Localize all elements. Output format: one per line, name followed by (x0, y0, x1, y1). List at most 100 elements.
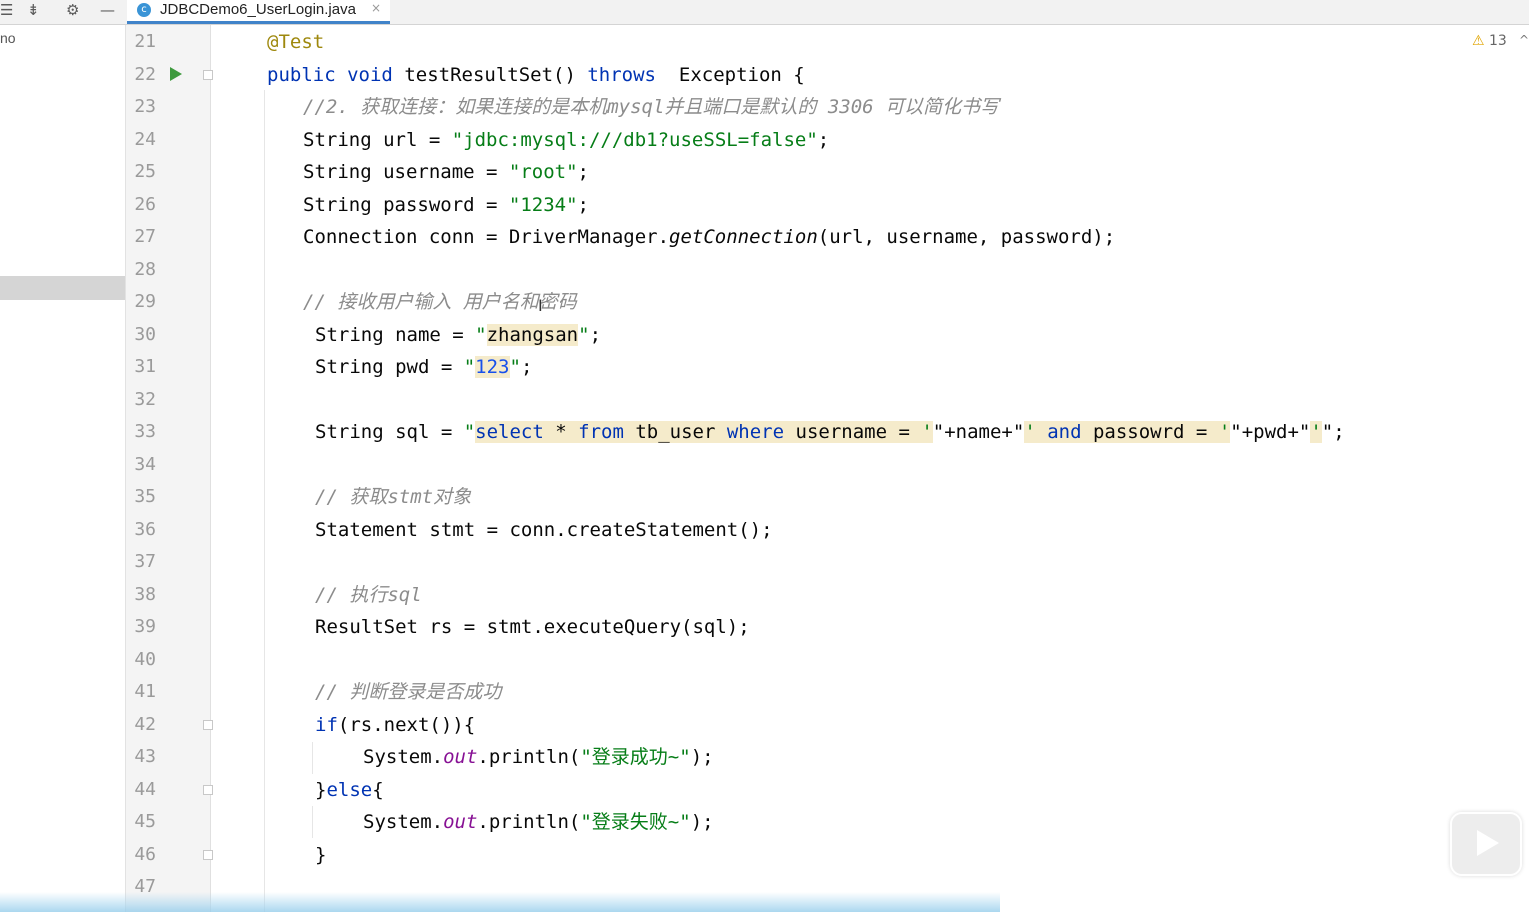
code-line-33[interactable]: String sql = "select * from tb_user wher… (315, 416, 1345, 448)
code-text: String username = (303, 161, 509, 183)
code-line-25[interactable]: String username = "root"; (303, 156, 589, 188)
decorative-wave (0, 892, 1000, 912)
line-number: 36 (134, 519, 156, 540)
code-text: Exception { (656, 64, 805, 86)
sql-text: tb_user (623, 421, 727, 443)
line-number: 41 (134, 681, 156, 702)
line-number: 25 (134, 161, 156, 182)
code-text: ; (520, 356, 533, 378)
code-line-22[interactable]: public void testResultSet() throws Excep… (267, 59, 805, 91)
code-line-43[interactable]: System.out.println("登录成功~"); (363, 741, 714, 773)
code-text: Statement stmt = conn.createStatement(); (315, 519, 773, 541)
list-icon[interactable]: ☰ (0, 0, 13, 22)
line-number: 26 (134, 194, 156, 215)
code-text: ; (577, 194, 589, 216)
line-number: 43 (134, 746, 156, 767)
code-comment: // 判断登录是否成功 (315, 681, 502, 703)
chevron-up-icon[interactable]: ^ (1519, 33, 1529, 47)
fold-marker-icon[interactable] (203, 720, 213, 730)
tab-jdbcdemo6-userlogin[interactable]: c JDBCDemo6_UserLogin.java × (127, 0, 390, 24)
test-annotation: @Test (267, 31, 325, 53)
code-text: "; (1321, 421, 1345, 443)
sql-keyword: where (726, 421, 785, 443)
code-comment: // 获取stmt对象 (315, 486, 472, 508)
code-line-23[interactable]: //2. 获取连接：如果连接的是本机mysql并且端口是默认的 3306 可以简… (303, 91, 999, 123)
code-comment: // 接收用户输入 用户名和密码 (303, 291, 577, 313)
code-text: "+pwd+" (1230, 421, 1311, 443)
keyword-throws: throws (587, 64, 656, 86)
code-text: System. (363, 746, 444, 768)
string-literal: 123 (475, 356, 510, 378)
sql-quote: ' (1310, 421, 1322, 443)
line-number: 31 (134, 356, 156, 377)
code-line-45[interactable]: System.out.println("登录失败~"); (363, 806, 714, 838)
string-quote: " (578, 324, 590, 346)
project-panel: no (0, 25, 126, 912)
line-number: 35 (134, 486, 156, 507)
line-number: 28 (134, 259, 156, 280)
code-line-41[interactable]: // 判断登录是否成功 (315, 676, 501, 708)
code-line-21[interactable]: @Test (267, 26, 324, 58)
line-number: 39 (134, 616, 156, 637)
code-line-44[interactable]: }else{ (315, 774, 384, 806)
line-number: 24 (134, 129, 156, 150)
keyword-else: else (326, 779, 373, 801)
play-icon (1477, 830, 1499, 856)
code-text: { (372, 779, 384, 801)
code-text: (url, username, password); (817, 226, 1116, 248)
code-line-24[interactable]: String url = "jdbc:mysql:///db1?useSSL=f… (303, 124, 829, 156)
close-icon[interactable]: × (371, 1, 381, 15)
gear-icon[interactable]: ⚙ (66, 0, 79, 22)
code-line-36[interactable]: Statement stmt = conn.createStatement(); (315, 514, 773, 546)
line-number: 30 (134, 324, 156, 345)
string-quote: " (475, 324, 487, 346)
project-tree-selected-row[interactable] (0, 276, 125, 300)
line-number: 33 (134, 421, 156, 442)
sql-text: username = (784, 421, 922, 443)
line-number: 23 (134, 96, 156, 117)
minimize-icon[interactable]: — (100, 0, 115, 22)
method-name: testResultSet() (404, 64, 576, 86)
line-number: 38 (134, 584, 156, 605)
code-text: ; (589, 324, 602, 346)
run-test-icon[interactable] (170, 67, 182, 81)
code-text: ; (577, 161, 589, 183)
keyword-void: void (347, 64, 393, 86)
code-line-30[interactable]: String name = "zhangsan"; (315, 319, 601, 351)
static-field: out (443, 746, 478, 768)
indent-guide (312, 806, 313, 838)
code-line-26[interactable]: String password = "1234"; (303, 189, 589, 221)
code-text: String name = (315, 324, 476, 346)
fold-marker-icon[interactable] (203, 850, 213, 860)
code-line-35[interactable]: // 获取stmt对象 (315, 481, 471, 513)
line-number: 40 (134, 649, 156, 670)
static-field: out (443, 811, 478, 833)
string-literal: "1234" (508, 194, 578, 216)
string-literal: zhangsan (486, 324, 579, 346)
project-tree-text[interactable]: no (0, 30, 16, 46)
code-line-29[interactable]: // 接收用户输入 用户名和密码 (303, 286, 577, 318)
code-text: "+name+" (932, 421, 1025, 443)
text-cursor-icon: I (538, 296, 543, 315)
inspection-widget[interactable]: ⚠ 13 (1472, 33, 1507, 49)
code-text: .println( (477, 746, 581, 768)
fold-marker-icon[interactable] (203, 785, 213, 795)
code-line-27[interactable]: Connection conn = DriverManager.getConne… (303, 221, 1115, 253)
code-line-38[interactable]: // 执行sql (315, 579, 422, 611)
line-number: 29 (134, 291, 156, 312)
fold-marker-icon[interactable] (203, 70, 213, 80)
indent-guide (312, 742, 313, 774)
sql-quote: ' (1024, 421, 1048, 443)
code-line-39[interactable]: ResultSet rs = stmt.executeQuery(sql); (315, 611, 750, 643)
indent-guide (264, 90, 265, 912)
code-line-46[interactable]: } (315, 839, 326, 871)
java-class-icon: c (137, 3, 151, 17)
code-line-42[interactable]: if(rs.next()){ (315, 709, 475, 741)
collapse-all-icon[interactable]: ⇟ (27, 0, 40, 22)
play-button[interactable] (1450, 812, 1522, 876)
editor-tab-bar: ☰ ⇟ ⚙ — c JDBCDemo6_UserLogin.java × (0, 0, 1529, 25)
sql-keyword: select (475, 421, 544, 443)
line-number: 32 (134, 389, 156, 410)
sql-text: * (543, 421, 579, 443)
code-line-31[interactable]: String pwd = "123"; (315, 351, 532, 383)
